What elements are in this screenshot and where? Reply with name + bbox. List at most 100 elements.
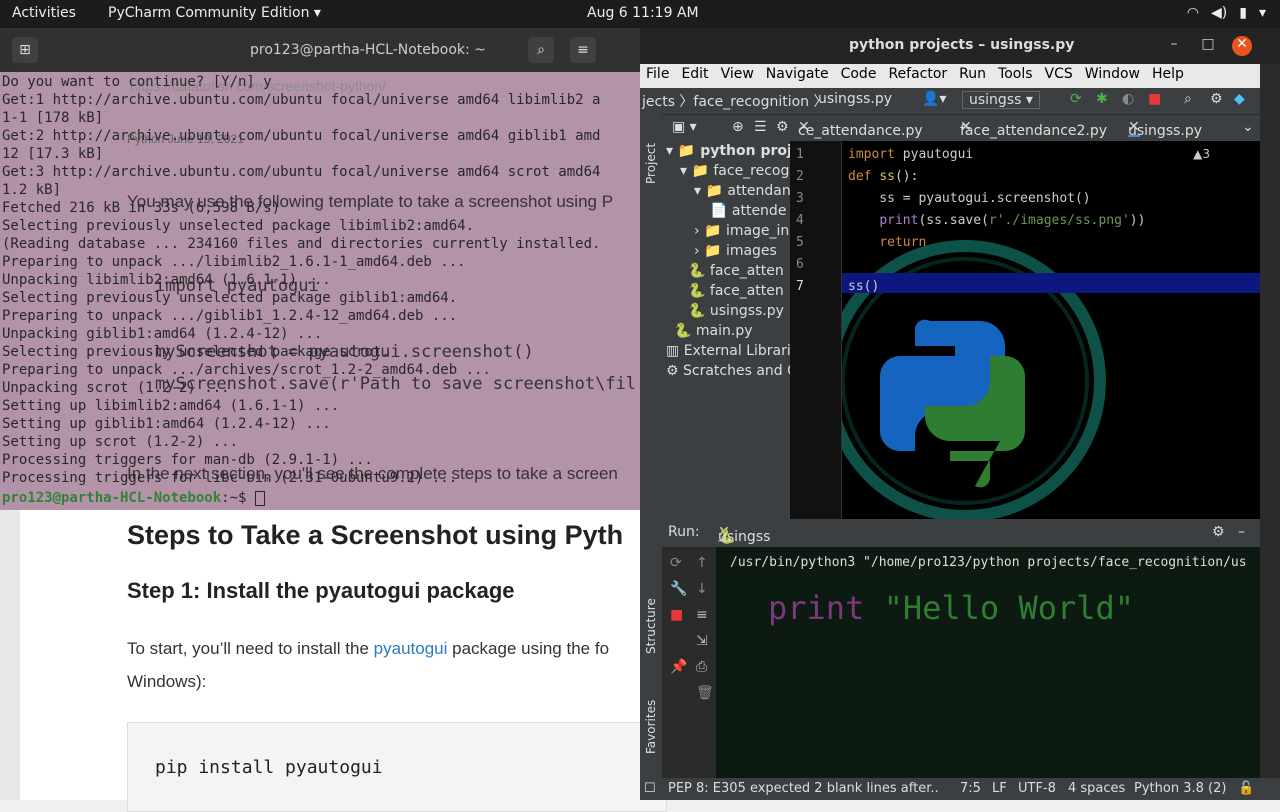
menu-code[interactable]: Code — [835, 64, 883, 88]
tab-face-attendance[interactable]: ce_attendance.py ✕ — [798, 119, 923, 139]
rerun-icon[interactable]: ⟳ — [670, 555, 682, 571]
activities-button[interactable]: Activities — [12, 5, 76, 21]
print-icon[interactable]: ⎙ — [696, 659, 707, 675]
minimize-icon[interactable]: – — [1164, 36, 1184, 56]
hamburger-menu-icon[interactable]: ≡ — [570, 37, 596, 63]
terminal-line: Unpacking scrot (1.2-2) ... — [2, 380, 230, 396]
settings-icon[interactable]: ⚙ — [1210, 91, 1223, 107]
tree-item[interactable]: ▥ External Librarie — [666, 343, 790, 359]
interpreter[interactable]: Python 3.8 (2) — [1134, 781, 1226, 796]
terminal-title: pro123@partha-HCL-Notebook: ~ — [250, 42, 486, 58]
tab-usingss[interactable]: usingss.py ✕ — [1128, 119, 1202, 139]
tree-item-icon: 📄 — [710, 203, 732, 219]
run-panel[interactable]: Run: 🐍 usingss ✕ ⚙ – ⟳ ↑ 🔧 ↓ ■ ≡ ⇲ ⎙ 🗑 📌… — [662, 519, 1260, 778]
structure-tool-tab[interactable]: Structure — [644, 598, 658, 654]
shell-prompt[interactable]: pro123@partha-HCL-Notebook:~$ — [2, 490, 265, 506]
soft-wrap-icon[interactable]: ≡ — [696, 607, 708, 623]
wrench-icon[interactable]: 🔧 — [670, 581, 687, 597]
ide-titlebar[interactable]: python projects – usingss.py – □ ✕ — [640, 28, 1280, 64]
system-tray[interactable]: ◠ ◀) ▮ ▾ — [1187, 5, 1266, 21]
user-icon[interactable]: 👤▾ — [922, 91, 946, 107]
up-icon[interactable]: ↑ — [696, 555, 708, 571]
menu-tools[interactable]: Tools — [992, 64, 1039, 88]
search-icon[interactable]: ⌕ — [528, 37, 554, 63]
hide-panel-icon[interactable]: – — [1238, 524, 1245, 540]
terminal-window[interactable]: ⊞ pro123@partha-HCL-Notebook: ~ ⌕ ≡ http… — [0, 28, 640, 510]
menu-view[interactable]: View — [715, 64, 760, 88]
paragraph: To start, you’ll need to install the pya… — [127, 639, 610, 691]
project-tool-tab[interactable]: Project — [644, 143, 658, 184]
menu-edit[interactable]: Edit — [675, 64, 714, 88]
code-line-1: import pyautogui — [848, 147, 974, 162]
new-tab-icon[interactable]: ⊞ — [12, 37, 38, 63]
menu-vcs[interactable]: VCS — [1039, 64, 1079, 88]
line-separator[interactable]: LF — [992, 781, 1007, 796]
battery-icon: ▮ — [1239, 5, 1247, 21]
tree-item[interactable]: 🐍 main.py — [674, 323, 753, 339]
search-everywhere-icon[interactable]: ⌕ — [1184, 91, 1192, 107]
code-editor[interactable]: 1 2 3 4 5 6 7 ▲3 import pyautogui def ss… — [790, 141, 1260, 519]
tree-item[interactable]: 🐍 face_atten — [688, 263, 784, 279]
warning-count[interactable]: ▲3 — [1193, 147, 1210, 161]
stop-icon[interactable]: ■ — [1148, 91, 1161, 107]
favorites-tool-tab[interactable]: Favorites — [644, 700, 658, 754]
tree-item[interactable]: 🐍 face_atten — [688, 283, 784, 299]
debug-icon[interactable]: ✱ — [1096, 91, 1108, 107]
pin-icon[interactable]: 📌 — [670, 659, 687, 675]
terminal-line: Fetched 216 kB in 33s (6,598 B/s) — [2, 200, 281, 216]
tree-item[interactable]: ▾ 📁 python projects — [666, 143, 790, 159]
tabs-overflow-icon[interactable]: ⌄ — [1242, 119, 1254, 135]
gnome-top-bar: Activities PyCharm Community Edition ▾ A… — [0, 0, 1280, 28]
clock[interactable]: Aug 6 11:19 AM — [587, 5, 699, 21]
menu-file[interactable]: File — [640, 64, 675, 88]
close-icon[interactable]: ✕ — [1232, 36, 1252, 56]
indent-setting[interactable]: 4 spaces — [1068, 781, 1125, 796]
status-icon[interactable]: ☐ — [644, 781, 656, 796]
code-line-5: return — [879, 235, 927, 250]
rerun-icon[interactable]: ⟳ — [1070, 91, 1082, 107]
terminal-titlebar[interactable]: ⊞ pro123@partha-HCL-Notebook: ~ ⌕ ≡ — [0, 28, 640, 72]
lock-icon[interactable]: 🔓 — [1238, 781, 1254, 796]
breadcrumb-file[interactable]: usingss.py — [818, 91, 892, 107]
tree-item[interactable]: › 📁 images — [694, 243, 777, 259]
run-config-select[interactable]: usingss ▾ — [962, 91, 1040, 109]
project-settings-icon[interactable]: ⚙ — [776, 119, 789, 135]
tree-item[interactable]: ▾ 📁 attendanc — [694, 183, 790, 199]
maximize-icon[interactable]: □ — [1198, 36, 1218, 56]
locate-icon[interactable]: ⊕ — [732, 119, 744, 135]
run-toolbar: ⟳ ↑ 🔧 ↓ ■ ≡ ⇲ ⎙ 🗑 📌 — [662, 547, 716, 778]
tree-item[interactable]: ⚙ Scratches and Co — [666, 363, 790, 379]
tree-item[interactable]: 📄 attende — [710, 203, 786, 219]
breadcrumb[interactable]: jects 〉face_recognition 〉 — [642, 91, 828, 111]
app-menu[interactable]: PyCharm Community Edition ▾ — [108, 5, 321, 21]
menu-navigate[interactable]: Navigate — [760, 64, 835, 88]
terminal-output[interactable]: https://datatofish.com/screenshot-python… — [0, 72, 640, 510]
stop-icon[interactable]: ■ — [670, 607, 683, 623]
run-tab-usingss[interactable]: 🐍 usingss ✕ — [718, 524, 770, 545]
menu-run[interactable]: Run — [953, 64, 992, 88]
collapse-icon[interactable]: ☰ — [754, 119, 767, 135]
menu-window[interactable]: Window — [1079, 64, 1146, 88]
project-view-icon[interactable]: ▣ ▾ — [672, 119, 697, 135]
tab-face-attendance2[interactable]: face_attendance2.py ✕ — [960, 119, 1107, 139]
down-icon[interactable]: ↓ — [696, 581, 708, 597]
terminal-line: Unpacking giblib1:amd64 (1.2.4-12) ... — [2, 326, 323, 342]
caret-position[interactable]: 7:5 — [960, 781, 981, 796]
tree-item[interactable]: ▾ 📁 face_recogniti — [680, 163, 790, 179]
trash-icon[interactable]: 🗑 — [696, 685, 714, 701]
run-settings-icon[interactable]: ⚙ — [1212, 524, 1225, 540]
tree-item[interactable]: 🐍 usingss.py — [688, 303, 784, 319]
menu-refactor[interactable]: Refactor — [882, 64, 953, 88]
pyautogui-link[interactable]: pyautogui — [374, 639, 448, 658]
power-menu-icon: ▾ — [1258, 5, 1266, 21]
pycharm-window[interactable]: python projects – usingss.py – □ ✕ File E… — [640, 28, 1280, 800]
terminal-line: Processing triggers for libc-bin (2.31-0… — [2, 470, 458, 486]
file-encoding[interactable]: UTF-8 — [1018, 781, 1056, 796]
tree-item-icon: ▥ — [666, 343, 684, 359]
coverage-icon[interactable]: ◐ — [1122, 91, 1134, 107]
menu-help[interactable]: Help — [1146, 64, 1190, 88]
scroll-end-icon[interactable]: ⇲ — [696, 633, 708, 649]
tree-item[interactable]: › 📁 image_inp — [694, 223, 790, 239]
status-message[interactable]: PEP 8: E305 expected 2 blank lines after… — [668, 781, 939, 796]
jetbrains-icon[interactable]: ◆ — [1234, 91, 1245, 107]
